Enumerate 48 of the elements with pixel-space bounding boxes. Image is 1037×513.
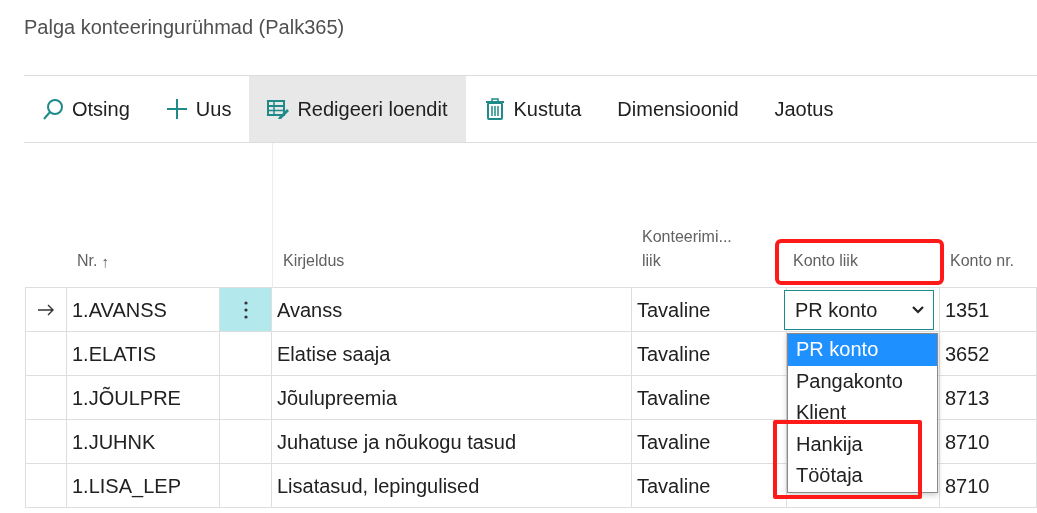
search-icon — [42, 98, 64, 120]
toolbar-button[interactable]: Otsing — [24, 76, 148, 142]
sort-arrow: ↑ — [101, 251, 109, 272]
table-cell — [220, 332, 272, 376]
plus-icon — [165, 98, 188, 120]
toolbar-button[interactable]: Redigeeri loendit — [249, 76, 466, 142]
toolbar-button[interactable]: Kustuta — [465, 76, 600, 142]
table-cell: Avanss — [272, 288, 632, 332]
toolbar-button[interactable]: Dimensioonid — [599, 76, 757, 142]
row-selector-cell[interactable] — [25, 420, 67, 464]
table-cell: 8713 — [940, 376, 1037, 420]
toolbar-button[interactable]: Uus — [147, 76, 250, 142]
arrow-right-icon — [37, 303, 55, 316]
column-header[interactable]: Konto nr. — [950, 249, 1027, 273]
table-cell: 1.LISA_LEP — [67, 464, 220, 508]
column-header[interactable]: Nr. — [77, 249, 98, 273]
column-header[interactable]: Kirjeldus — [283, 249, 622, 273]
dropdown-option[interactable]: Pangakonto — [788, 365, 937, 397]
table-cell: 1.JÕULPRE — [67, 376, 220, 420]
table-cell — [220, 420, 272, 464]
table-cell: Jõulupreemia — [272, 376, 632, 420]
row-selector-cell[interactable] — [25, 464, 67, 508]
table-cell — [220, 464, 272, 508]
table-cell — [220, 376, 272, 420]
chevron-down-icon — [911, 304, 925, 315]
table-cell: Lisatasud, lepingulised — [272, 464, 632, 508]
table-edit-icon — [267, 98, 290, 120]
table-cell: 8710 — [940, 420, 1037, 464]
table-cell: 3652 — [940, 332, 1037, 376]
row-menu-button[interactable] — [220, 288, 272, 332]
page-title: Palga konteeringurühmad (Palk365) — [23, 15, 346, 40]
row-selector-cell[interactable] — [25, 376, 67, 420]
table-cell: Elatise saaja — [272, 332, 632, 376]
dropdown-option[interactable]: Hankija — [788, 428, 937, 460]
more-icon — [243, 299, 248, 320]
select-field[interactable]: PR konto — [784, 289, 934, 330]
dropdown-option[interactable]: Töötaja — [788, 460, 937, 492]
table-cell: 8710 — [940, 464, 1037, 508]
trash-icon — [483, 98, 506, 120]
table-cell: 1.ELATIS — [67, 332, 220, 376]
dropdown-option[interactable]: Klient — [788, 397, 937, 429]
row-selector-cell[interactable] — [25, 332, 67, 376]
table-cell: 1.JUHNK — [67, 420, 220, 464]
table-cell: 1351 — [940, 288, 1037, 332]
table-cell: Juhatuse ja nõukogu tasud — [272, 420, 632, 464]
column-header[interactable]: Konteerimi... liik — [642, 225, 777, 273]
toolbar-button[interactable]: Jaotus — [756, 76, 852, 142]
row-selector-cell[interactable] — [25, 288, 67, 332]
